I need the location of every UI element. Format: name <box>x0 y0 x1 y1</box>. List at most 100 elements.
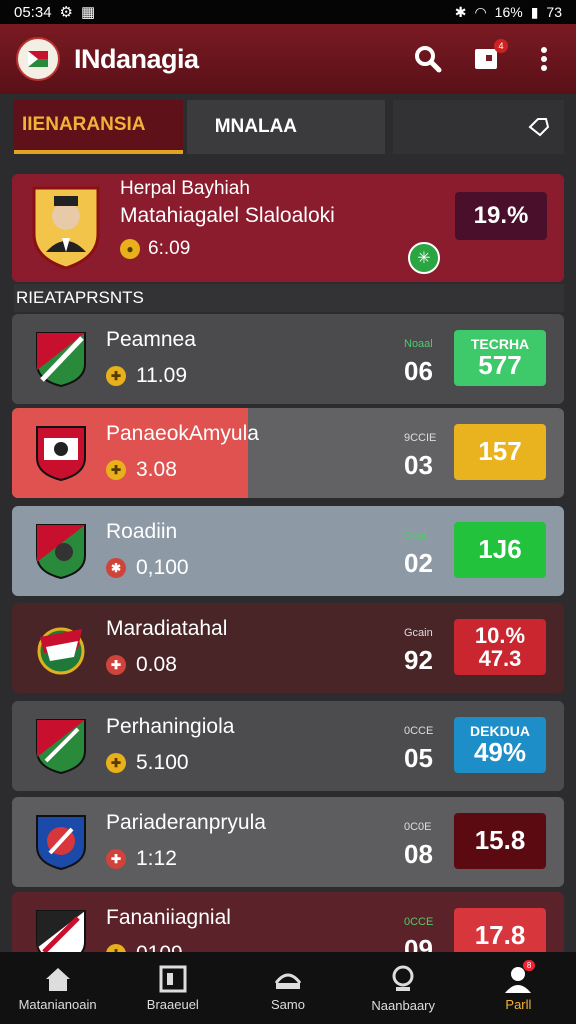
score-bottom: 577 <box>478 349 522 380</box>
nav-item-home[interactable]: Matanianoain <box>0 952 115 1024</box>
app-title: INdanagia <box>74 43 199 74</box>
team-shield-icon <box>36 426 86 482</box>
team-stat-label: 0CCE <box>404 725 434 737</box>
notifications-button[interactable]: 4 <box>470 39 508 75</box>
nav-label: Samo <box>271 996 305 1012</box>
team-shield-icon <box>37 627 85 675</box>
team-stat-number: 03 <box>404 450 433 480</box>
coin-icon: ✚ <box>106 753 126 773</box>
team-stat-number: 06 <box>404 356 433 386</box>
team-row[interactable]: Roadiin ✱ 0,100 Ccai 02 1J6 <box>12 506 564 596</box>
team-points-value: 0,100 <box>136 556 189 579</box>
score-bottom: 15.8 <box>474 825 526 856</box>
team-stat-label: Ccai <box>404 530 427 542</box>
team-row[interactable]: Maradiatahal ✚ 0.08 Gcain 92 10.% 47.3 <box>12 603 564 693</box>
coin-icon: ✚ <box>106 460 126 480</box>
tag-icon <box>528 118 550 137</box>
score-bottom: 17.8 <box>474 920 526 951</box>
coin-icon: ✱ <box>106 558 126 578</box>
wifi-icon: ◠ <box>474 3 487 20</box>
settings-icon: ⚙ <box>59 4 73 21</box>
team-points-value: 1:12 <box>136 847 177 870</box>
nav-badge: 8 <box>522 960 536 971</box>
team-name: Roadiin <box>106 520 178 543</box>
score-top: 10.% <box>474 622 526 648</box>
tab-bar: IIENARANSIA MNALAA <box>14 100 565 154</box>
team-row[interactable]: Peamnea ✚ 11.09 Noaal 06 TECRHA 577 <box>12 314 564 404</box>
nav-label: Matanianoain <box>18 996 97 1012</box>
star-badge-icon[interactable]: ✳ <box>408 242 440 274</box>
coin-icon: ✚ <box>106 849 126 869</box>
featured-points: ● 6:.09 <box>120 238 190 260</box>
team-stat-number: 05 <box>404 743 433 773</box>
bottom-navigation: Matanianoain Braaeuel Samo Naanbaary 8 P… <box>0 952 576 1024</box>
bluetooth-icon: ✱ <box>454 3 467 20</box>
nav-item-trophy[interactable]: Naanbaary <box>346 952 461 1024</box>
team-points-value: 0.08 <box>136 653 177 676</box>
team-points-value: 0109 <box>136 942 183 952</box>
nav-item-match[interactable]: Samo <box>230 952 345 1024</box>
team-name: Fananiiagnial <box>106 906 231 929</box>
gallery-icon: ▦ <box>81 4 96 21</box>
team-shield-icon <box>36 815 86 871</box>
nav-item-bracket[interactable]: Braaeuel <box>115 952 230 1024</box>
search-icon <box>415 46 442 73</box>
team-name: Maradiatahal <box>106 617 228 640</box>
team-points: ✚ 0.08 <box>106 653 177 677</box>
score-bottom: 1J6 <box>478 534 522 565</box>
team-row[interactable]: PanaeokAmyula ✚ 3.08 9CCIE 03 157 <box>12 408 564 498</box>
score-bottom: 157 <box>478 436 522 467</box>
team-points-value: 3.08 <box>136 458 177 481</box>
team-stat-number: 09 <box>404 934 433 952</box>
battery-level: 16% <box>494 4 523 20</box>
notification-count-badge: 4 <box>494 39 508 53</box>
featured-card[interactable]: Herpal Bayhiah Matahiagalel Slaloaloki ●… <box>12 174 564 282</box>
featured-subtitle: Matahiagalel Slaloaloki <box>120 204 335 227</box>
signal-level: 73 <box>546 4 562 20</box>
bracket-icon <box>159 965 187 992</box>
team-points: ✚ 3.08 <box>106 458 177 482</box>
team-points: ✚ 0109 <box>106 942 183 952</box>
team-score-badge: 157 <box>454 424 546 480</box>
team-stat-label: Gcain <box>404 627 433 639</box>
more-options-button[interactable] <box>528 43 560 75</box>
home-icon <box>45 967 70 991</box>
featured-percent: 19.% <box>455 192 547 240</box>
team-row[interactable]: Fananiiagnial ✚ 0109 0CCE 09 17.8 <box>12 892 564 952</box>
team-score-badge: 17.8 <box>454 908 546 952</box>
coin-icon: ✚ <box>106 944 126 952</box>
team-row[interactable]: Pariaderanpryula ✚ 1:12 0C0E 08 15.8 <box>12 797 564 887</box>
nav-label: Naanbaary <box>371 997 436 1013</box>
team-score-badge: 15.8 <box>454 813 546 869</box>
team-points: ✚ 1:12 <box>106 847 177 871</box>
team-stat-label: 9CCIE <box>404 432 437 444</box>
team-points: ✚ 11.09 <box>106 364 187 388</box>
status-time: 05:34 <box>14 3 52 21</box>
team-score-badge: 10.% 47.3 <box>454 619 546 675</box>
team-stat-label: Noaal <box>404 338 433 350</box>
coin-icon: ✚ <box>106 655 126 675</box>
tab-first[interactable]: IIENARANSIA <box>14 100 183 154</box>
score-bottom: 47.3 <box>478 646 522 671</box>
team-points-value: 5.100 <box>136 751 189 774</box>
app-logo[interactable] <box>16 37 60 81</box>
featured-points-value: 6:.09 <box>148 238 191 259</box>
coin-icon: ✚ <box>106 366 126 386</box>
coin-icon: ● <box>120 239 140 259</box>
tab-third[interactable] <box>393 100 565 154</box>
section-title: RIEATAPRSNTS <box>14 284 564 312</box>
search-button[interactable] <box>412 43 444 75</box>
team-name: Peamnea <box>106 328 196 351</box>
match-icon <box>274 973 302 989</box>
app-bar: INdanagia 4 <box>0 24 576 94</box>
tab-second[interactable]: MNALAA <box>186 100 386 154</box>
battery-icon: ▮ <box>530 3 539 20</box>
score-bottom: 49% <box>473 736 527 767</box>
team-stat-number: 92 <box>404 645 433 675</box>
team-row[interactable]: Perhaningiola ✚ 5.100 0CCE 05 DEKDUA 49% <box>12 701 564 791</box>
nav-item-profile[interactable]: 8 Parll <box>461 952 576 1024</box>
status-bar: 05:34 ⚙ ▦ ✱ ◠ 16% ▮ 73 <box>0 0 576 24</box>
team-score-badge: TECRHA 577 <box>454 330 546 386</box>
team-points: ✚ 5.100 <box>106 751 189 775</box>
team-stat-number: 08 <box>404 839 433 869</box>
